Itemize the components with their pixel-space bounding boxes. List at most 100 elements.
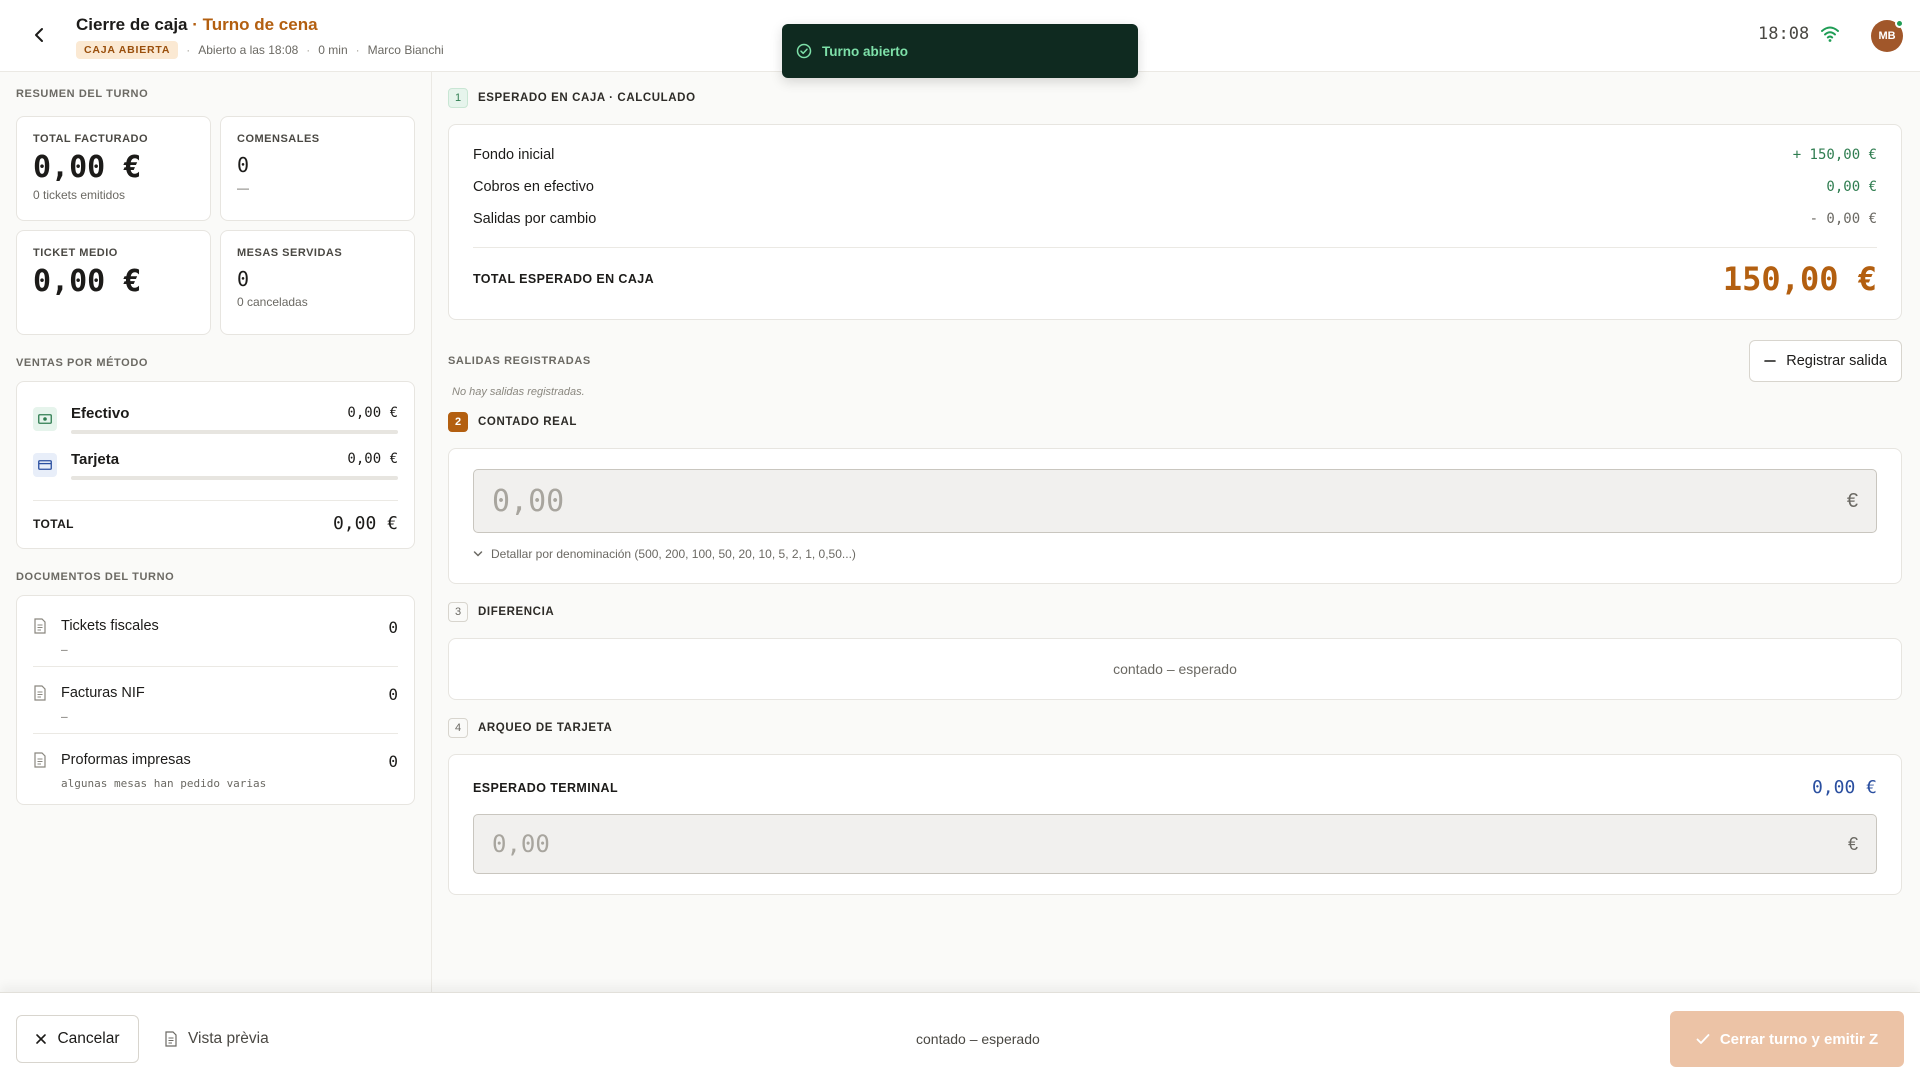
step-2-header: 2 CONTADO REAL (448, 412, 1902, 432)
counted-cash-panel: 0,00 € Detallar por denominación (500, 2… (448, 448, 1902, 584)
preview-button[interactable]: Vista prèvia (164, 1015, 269, 1063)
expected-row: Salidas por cambio - 0,00 € (473, 203, 1877, 235)
method-name: Tarjeta (71, 450, 120, 468)
difference-text: contado – esperado (1113, 661, 1237, 677)
currency-symbol: € (1846, 489, 1858, 512)
terminal-expected-row: ESPERADO TERMINAL 0,00 € (473, 777, 1877, 798)
wifi-icon (1821, 26, 1839, 42)
title-separator: · (187, 15, 203, 34)
step-title: ARQUEO DE TARJETA (478, 722, 613, 734)
card-amount-input[interactable]: 0,00 € (473, 814, 1877, 874)
row-value: - 0,00 € (1809, 211, 1877, 227)
document-icon (34, 618, 46, 634)
expected-total-row: TOTAL ESPERADO EN CAJA 150,00 € (473, 247, 1877, 298)
toast-notification: Turno abierto (782, 24, 1138, 78)
check-circle-icon (796, 43, 812, 59)
online-status-dot (1895, 19, 1904, 28)
total-label: TOTAL (33, 516, 74, 531)
step-number: 1 (448, 88, 468, 108)
step-title: DIFERENCIA (478, 606, 555, 618)
step-number: 4 (448, 718, 468, 738)
ventas-section-label: VENTAS POR MÉTODO (16, 357, 149, 369)
stat-label: TICKET MEDIO (33, 247, 118, 259)
methods-total-row: TOTAL 0,00 € (33, 500, 398, 534)
method-share-bar (71, 429, 398, 434)
document-icon (34, 685, 46, 701)
shift-meta: CAJA ABIERTA · Abierto a las 18:08 · 0 m… (76, 41, 444, 59)
stat-label: COMENSALES (237, 133, 320, 145)
row-value: 0,00 € (1826, 179, 1877, 195)
terminal-expected-value: 0,00 € (1811, 777, 1877, 798)
step-title: ESPERADO EN CAJA · CALCULADO (478, 92, 696, 104)
doc-sub: algunas mesas han pedido varias (61, 777, 267, 790)
input-placeholder: 0,00 (492, 830, 550, 858)
denomination-label: Detallar por denominación (500, 200, 100… (491, 547, 856, 561)
comensales-card: COMENSALES 0 — (220, 116, 415, 221)
cancel-label: Cancelar (57, 1030, 120, 1047)
denomination-toggle[interactable]: Detallar por denominación (500, 200, 100… (473, 547, 1877, 561)
total-value: 150,00 € (1722, 260, 1877, 298)
title-block: Cierre de caja · Turno de cena CAJA ABIE… (76, 15, 444, 59)
back-button[interactable] (26, 22, 52, 48)
payment-methods-card: Efectivo 0,00 € Tarjeta 0,00 € TOTAL 0,0… (16, 381, 415, 549)
step-4-header: 4 ARQUEO DE TARJETA (448, 718, 1902, 738)
document-icon (34, 752, 46, 768)
method-share-bar (71, 475, 398, 480)
register-exit-button[interactable]: Registrar salida (1749, 340, 1902, 382)
title-text: Cierre de caja (76, 15, 188, 34)
close-shift-label: Cerrar turno y emitir Z (1719, 1030, 1879, 1048)
closing-form: 1 ESPERADO EN CAJA · CALCULADO Fondo ini… (432, 72, 1920, 992)
duration: 0 min (318, 43, 348, 57)
action-bar: Cancelar Vista prèvia contado – esperado… (0, 992, 1920, 1080)
documents-card: Tickets fiscales 0 — Facturas NIF 0 — Pr… (16, 595, 415, 805)
stat-label: TOTAL FACTURADO (33, 133, 149, 145)
currency-symbol: € (1847, 833, 1858, 854)
method-value: 0,00 € (347, 405, 398, 421)
doc-sub: — (61, 710, 68, 723)
preview-label: Vista prèvia (188, 1030, 269, 1047)
doc-name: Tickets fiscales (61, 618, 159, 634)
toast-text: Turno abierto (822, 43, 908, 59)
expected-cash-panel: Fondo inicial + 150,00 € Cobros en efect… (448, 124, 1902, 320)
cancel-button[interactable]: Cancelar (16, 1015, 139, 1063)
method-row-tarjeta: Tarjeta 0,00 € (33, 442, 398, 488)
row-label: Fondo inicial (473, 147, 555, 163)
opened-at: Abierto a las 18:08 (198, 43, 299, 57)
meta-separator: · (355, 43, 360, 57)
doc-row-tickets: Tickets fiscales 0 — (33, 600, 398, 667)
close-shift-button[interactable]: Cerrar turno y emitir Z (1670, 1011, 1904, 1067)
total-facturado-card: TOTAL FACTURADO 0,00 € 0 tickets emitido… (16, 116, 211, 221)
status-badge: CAJA ABIERTA (76, 41, 179, 59)
mesas-servidas-card: MESAS SERVIDAS 0 0 canceladas (220, 230, 415, 335)
page-title: Cierre de caja · Turno de cena (76, 15, 444, 35)
step-number: 3 (448, 602, 468, 622)
meta-separator: · (306, 43, 311, 57)
stat-sub: — (237, 181, 249, 195)
doc-row-facturas: Facturas NIF 0 — (33, 667, 398, 734)
row-label: Cobros en efectivo (473, 179, 594, 195)
card-reconciliation-panel: ESPERADO TERMINAL 0,00 € 0,00 € (448, 754, 1902, 895)
chevron-left-icon (35, 28, 43, 42)
check-icon (1696, 1034, 1710, 1044)
step-1-header: 1 ESPERADO EN CAJA · CALCULADO (448, 88, 1902, 108)
stat-value: 0 (237, 267, 250, 291)
counted-amount-input[interactable]: 0,00 € (473, 469, 1877, 533)
stat-sub: 0 tickets emitidos (33, 188, 126, 202)
step-3-header: 3 DIFERENCIA (448, 602, 1902, 622)
total-value: 0,00 € (332, 513, 398, 534)
total-label: TOTAL ESPERADO EN CAJA (473, 272, 655, 286)
stat-sub: 0 canceladas (237, 295, 308, 309)
doc-sub: — (61, 643, 68, 656)
method-value: 0,00 € (347, 451, 398, 467)
ticket-medio-card: TICKET MEDIO 0,00 € (16, 230, 211, 335)
salidas-empty-note: No hay salidas registradas. (452, 386, 585, 398)
step-number: 2 (448, 412, 468, 432)
stat-value: 0,00 € (33, 150, 142, 185)
register-exit-label: Registrar salida (1786, 353, 1887, 369)
cash-icon (33, 407, 57, 431)
card-icon (33, 453, 57, 477)
shift-summary-panel: RESUMEN DEL TURNO TOTAL FACTURADO 0,00 €… (0, 72, 432, 992)
shift-name: Turno de cena (202, 15, 318, 34)
summary-section-label: RESUMEN DEL TURNO (16, 88, 149, 100)
expected-row: Fondo inicial + 150,00 € (473, 139, 1877, 171)
